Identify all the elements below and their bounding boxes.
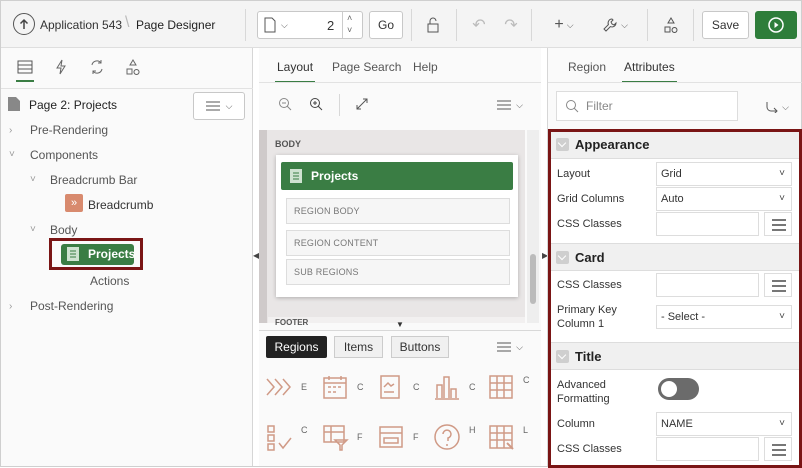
region-body-slot[interactable]: REGION BODY xyxy=(286,198,510,224)
body-label: BODY xyxy=(275,139,302,149)
chevron-down-icon[interactable]: ˅ xyxy=(30,174,36,185)
gallery-label: L xyxy=(523,425,529,435)
gallery-label: C xyxy=(523,375,530,385)
classic-report-gallery-icon[interactable] xyxy=(487,373,515,401)
region-icon xyxy=(290,169,302,183)
page-designer-title: Page Designer xyxy=(136,18,216,32)
gallery-label: H xyxy=(469,425,476,435)
tree-components[interactable]: Components xyxy=(30,148,98,162)
create-menu-icon[interactable]: + ⌵ xyxy=(549,13,579,37)
go-button[interactable]: Go xyxy=(369,11,403,39)
zoom-in-icon[interactable] xyxy=(306,94,326,114)
tree-projects-selected[interactable]: Projects xyxy=(61,244,136,265)
tab-attributes[interactable]: Attributes xyxy=(622,60,677,83)
filter-placeholder: Filter xyxy=(586,99,613,113)
processing-tab-icon[interactable] xyxy=(85,56,109,78)
gallery-label: E xyxy=(301,382,308,392)
play-icon xyxy=(768,17,784,33)
layout-menu-icon[interactable]: ⌵ xyxy=(495,96,525,114)
page-icon xyxy=(264,17,276,33)
gallery-tab-items[interactable]: Items xyxy=(334,336,383,358)
tree-pre-rendering[interactable]: Pre-Rendering xyxy=(30,123,108,137)
region-content-slot[interactable]: REGION CONTENT xyxy=(286,230,510,256)
help-text-gallery-icon[interactable] xyxy=(433,423,461,451)
splitter-down-arrow-icon[interactable]: ▼ xyxy=(396,320,404,329)
tab-layout[interactable]: Layout xyxy=(274,60,316,83)
page-selector[interactable]: ⌵ 2 ˄ ˅ xyxy=(257,11,363,39)
run-page-button[interactable] xyxy=(755,11,797,39)
faceted-search-gallery-icon[interactable] xyxy=(321,423,349,451)
region-title: Projects xyxy=(311,169,359,183)
interactive-grid-gallery-icon[interactable] xyxy=(487,423,515,451)
left-pane: Page 2: Projects ⌵ › Pre-Rendering ˅ Com… xyxy=(1,48,253,466)
page-title: Page 2: Projects xyxy=(29,98,118,112)
chevron-down-icon[interactable]: ˅ xyxy=(30,224,36,235)
gallery-menu-icon[interactable]: ⌵ xyxy=(495,338,525,356)
form-gallery-icon[interactable] xyxy=(377,423,405,451)
canvas-scrollbar[interactable] xyxy=(527,130,539,323)
region-header[interactable]: Projects xyxy=(281,162,513,190)
page-up-icon[interactable]: ˄ xyxy=(347,13,352,23)
card-gallery-icon[interactable] xyxy=(377,373,405,401)
dynamic-actions-tab-icon[interactable] xyxy=(49,56,73,78)
gallery-tab-regions[interactable]: Regions xyxy=(266,336,327,358)
gallery-label: F xyxy=(357,432,363,442)
app-home-icon[interactable] xyxy=(13,13,35,35)
toolbar: Application 543 \ Page Designer ⌵ 2 ˄ ˅ … xyxy=(1,1,801,48)
middle-pane: Layout Page Search Help ⌵ BODY FOOTER Pr… xyxy=(259,48,541,466)
chevron-right-icon[interactable]: › xyxy=(9,125,12,136)
right-pane: Region Attributes Filter ⌵ Appearance La… xyxy=(547,48,802,468)
zoom-out-icon[interactable] xyxy=(275,94,295,114)
chevron-down-icon: ⌵ xyxy=(281,19,288,30)
tree-breadcrumb-bar[interactable]: Breadcrumb Bar xyxy=(50,173,137,187)
shared-components-tab-icon[interactable] xyxy=(121,56,145,78)
undo-icon[interactable]: ↶ xyxy=(467,13,491,37)
page-number-input[interactable]: 2 xyxy=(327,18,334,33)
lock-icon[interactable] xyxy=(421,13,445,37)
gallery-label: C xyxy=(357,382,364,392)
chevron-right-icon[interactable]: › xyxy=(9,301,12,312)
tab-help[interactable]: Help xyxy=(413,60,438,74)
tree-projects-label: Projects xyxy=(88,247,136,261)
tab-page-search[interactable]: Page Search xyxy=(332,60,401,74)
calendar-gallery-icon[interactable] xyxy=(321,373,349,401)
breadcrumb-region-icon: » xyxy=(65,194,83,212)
tree-menu-button[interactable]: ⌵ xyxy=(193,92,245,120)
page-icon xyxy=(8,97,20,111)
tree-actions[interactable]: Actions xyxy=(90,274,129,288)
checklist-gallery-icon[interactable] xyxy=(265,423,293,451)
page-down-icon[interactable]: ˅ xyxy=(347,25,352,35)
save-button[interactable]: Save xyxy=(702,11,749,39)
page-designer: Application 543 \ Page Designer ⌵ 2 ˄ ˅ … xyxy=(0,0,802,468)
rendering-tab-icon[interactable] xyxy=(13,56,37,78)
tree-body[interactable]: Body xyxy=(50,223,77,237)
sub-regions-slot[interactable]: SUB REGIONS xyxy=(286,259,510,285)
gallery-tab-buttons[interactable]: Buttons xyxy=(391,336,449,358)
expand-icon[interactable] xyxy=(352,94,372,114)
footer-label: FOOTER xyxy=(275,318,309,327)
chevron-down-icon[interactable]: ˅ xyxy=(9,149,15,160)
go-to-group-icon[interactable]: ⌵ xyxy=(762,98,792,116)
search-icon xyxy=(566,100,579,113)
tree-post-rendering[interactable]: Post-Rendering xyxy=(30,299,113,313)
gallery-label: F xyxy=(413,432,419,442)
utilities-wrench-icon[interactable]: ⌵ xyxy=(599,13,631,37)
region-icon xyxy=(67,247,79,261)
gallery-label: C xyxy=(469,382,476,392)
layout-canvas: BODY xyxy=(259,130,525,323)
gallery-label: C xyxy=(301,425,308,435)
filter-field[interactable]: Filter xyxy=(556,91,738,121)
menu-icon xyxy=(205,101,220,111)
gallery-label: C xyxy=(413,382,420,392)
shared-components-icon[interactable] xyxy=(659,13,683,37)
tree-breadcrumb[interactable]: Breadcrumb xyxy=(88,198,153,212)
app-name-link[interactable]: Application 543 xyxy=(40,18,122,32)
tab-region[interactable]: Region xyxy=(568,60,606,74)
redo-icon[interactable]: ↷ xyxy=(499,13,523,37)
breadcrumb-gallery-icon[interactable] xyxy=(265,373,293,401)
highlight-box xyxy=(548,129,802,468)
chart-gallery-icon[interactable] xyxy=(433,373,461,401)
breadcrumb-separator: \ xyxy=(125,14,130,31)
